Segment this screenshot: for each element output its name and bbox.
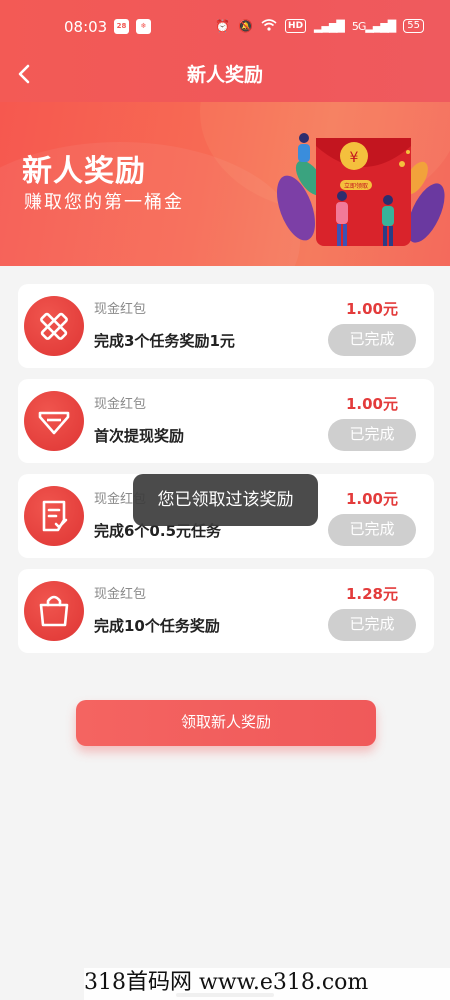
reward-type: 现金红包 <box>94 587 147 602</box>
status-time: 08:03 <box>64 18 108 36</box>
status-bar: 08:03 28 ❄ ⏰ 🔕 HD ▂▄▆█ 5G▂▄▆█ 55 <box>0 0 450 52</box>
calendar-icon: 28 <box>114 19 129 34</box>
diamond-icon <box>24 391 84 451</box>
envelope-button-label: 立即领取 <box>344 182 368 190</box>
completed-button[interactable]: 已完成 <box>328 324 416 356</box>
task-card: 现金红包 完成3个任务奖励1元 1.00元 已完成 <box>18 284 434 368</box>
alarm-icon: ⏰ <box>215 19 231 33</box>
battery-icon: 55 <box>403 19 424 33</box>
reward-type: 现金红包 <box>94 397 147 412</box>
header-bar: 08:03 28 ❄ ⏰ 🔕 HD ▂▄▆█ 5G▂▄▆█ 55 新人奖励 <box>0 0 450 102</box>
red-envelope-illustration: ¥ 立即领取 <box>276 133 445 246</box>
task-card: 现金红包 完成10个任务奖励 1.28元 已完成 <box>18 569 434 653</box>
pencil-ruler-icon <box>24 296 84 356</box>
completed-button[interactable]: 已完成 <box>328 609 416 641</box>
svg-text:¥: ¥ <box>350 150 359 166</box>
task-card: 现金红包 首次提现奖励 1.00元 已完成 <box>18 379 434 463</box>
toast-message: 您已领取过该奖励 <box>133 474 318 526</box>
hd-icon: HD <box>285 19 307 33</box>
status-right-group: ⏰ 🔕 HD ▂▄▆█ 5G▂▄▆█ 55 <box>215 18 424 34</box>
reward-amount: 1.00元 <box>345 395 398 413</box>
banner-subtitle: 赚取您的第一桶金 <box>24 192 184 213</box>
task-description: 完成10个任务奖励 <box>94 617 220 635</box>
completed-button[interactable]: 已完成 <box>328 419 416 451</box>
wifi-icon <box>261 18 277 34</box>
completed-button[interactable]: 已完成 <box>328 514 416 546</box>
mute-icon: 🔕 <box>238 19 254 33</box>
reward-amount: 1.00元 <box>345 300 398 318</box>
shopping-bag-icon <box>24 581 84 641</box>
reward-amount: 1.00元 <box>345 490 398 508</box>
reward-amount: 1.28元 <box>345 585 398 603</box>
claim-reward-button[interactable]: 领取新人奖励 <box>76 700 376 746</box>
reward-type: 现金红包 <box>94 302 147 317</box>
checklist-icon <box>24 486 84 546</box>
app-notification-icon: ❄ <box>136 19 151 34</box>
promo-banner: 新人奖励 赚取您的第一桶金 ¥ 立即领取 <box>0 102 450 266</box>
task-description: 首次提现奖励 <box>94 427 185 445</box>
signal-icon-2: 5G▂▄▆█ <box>351 19 396 33</box>
page-title: 新人奖励 <box>186 64 263 86</box>
banner-title: 新人奖励 <box>22 154 146 189</box>
network-type-label: 5G <box>351 19 366 33</box>
task-description: 完成3个任务奖励1元 <box>94 332 235 350</box>
signal-icon-1: ▂▄▆█ <box>314 19 345 33</box>
watermark: 318首码网 www.e318.com <box>84 968 450 1000</box>
